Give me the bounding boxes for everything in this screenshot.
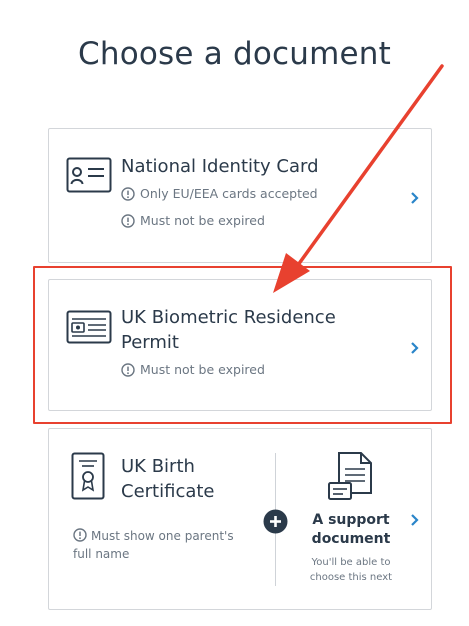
plus-icon <box>263 509 288 534</box>
document-note: Must show one parent's full name <box>73 527 253 563</box>
document-title: UK Biometric Residence Permit <box>121 305 336 355</box>
support-document-title: A support document <box>297 511 405 549</box>
certificate-icon <box>71 452 105 500</box>
support-document-icon <box>328 452 372 500</box>
document-note: Must not be expired <box>121 362 265 377</box>
warning-icon <box>121 213 135 228</box>
support-title-line: A support <box>312 512 390 528</box>
document-title-line: UK Biometric Residence <box>121 307 336 328</box>
chevron-right-icon[interactable] <box>410 513 419 527</box>
chevron-right-icon[interactable] <box>410 191 419 205</box>
support-subtitle-line: choose this next <box>309 572 393 583</box>
warning-icon <box>121 362 135 377</box>
document-title-line: Permit <box>121 332 179 353</box>
note-text: Only EU/EEA cards accepted <box>140 186 318 201</box>
warning-icon <box>73 528 87 542</box>
note-text: Must not be expired <box>140 213 265 228</box>
document-option-national-identity-card[interactable]: National Identity Card Only EU/EEA cards… <box>48 128 432 263</box>
chevron-right-icon[interactable] <box>410 341 419 355</box>
support-document-subtitle: You'll be able to choose this next <box>297 555 405 585</box>
document-option-uk-biometric-residence-permit[interactable]: UK Biometric Residence Permit Must not b… <box>48 279 432 411</box>
page-title: Choose a document <box>78 36 391 72</box>
document-title: UK Birth Certificate <box>121 454 215 504</box>
residence-permit-icon <box>66 310 112 344</box>
document-title-line: UK Birth <box>121 456 195 477</box>
note-text: Must show one parent's full name <box>73 529 234 561</box>
warning-icon <box>121 186 135 201</box>
document-title: National Identity Card <box>121 156 319 177</box>
document-note: Must not be expired <box>121 213 265 228</box>
support-title-line: document <box>311 531 391 547</box>
id-card-icon <box>66 157 112 193</box>
support-subtitle-line: You'll be able to <box>311 557 391 568</box>
document-title-line: Certificate <box>121 481 215 502</box>
note-text: Must not be expired <box>140 362 265 377</box>
document-note: Only EU/EEA cards accepted <box>121 186 318 201</box>
document-option-uk-birth-certificate[interactable]: UK Birth Certificate Must show one paren… <box>48 428 432 610</box>
